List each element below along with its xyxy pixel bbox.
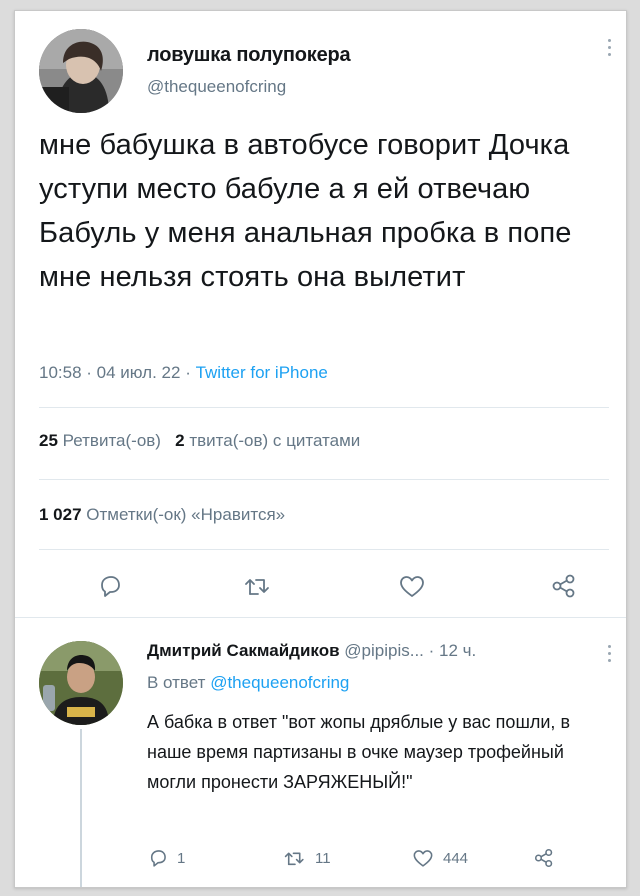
reply-author-handle[interactable]: @pipipis...	[344, 641, 424, 660]
in-reply-to: В ответ @thequeenofcring	[147, 673, 349, 693]
share-icon	[534, 848, 553, 868]
reply-author-avatar[interactable]	[39, 641, 123, 725]
heart-icon	[413, 850, 433, 867]
reply-header: Дмитрий Сакмайдиков @pipipis... · 12 ч.	[147, 641, 476, 661]
meta-separator: ·	[86, 363, 97, 382]
retweets-count[interactable]: 25	[39, 431, 58, 450]
tweet-card: ловушка полупокера @thequeenofcring мне …	[14, 10, 627, 888]
divider	[39, 479, 609, 480]
divider	[39, 407, 609, 408]
more-options-icon[interactable]	[607, 39, 613, 59]
tweet-text: мне бабушка в автобусе говорит Дочка уст…	[39, 129, 572, 293]
share-icon	[552, 574, 575, 598]
retweet-button[interactable]	[241, 569, 275, 603]
tweet-date: 04 июл. 22	[96, 363, 181, 382]
heart-icon	[400, 576, 424, 597]
author-handle[interactable]: @thequeenofcring	[147, 77, 286, 97]
reply-button[interactable]	[93, 569, 127, 603]
more-options-icon[interactable]	[607, 645, 613, 665]
tweet-action-bar	[15, 569, 626, 605]
like-stats: 1 027 Отметки(-ок) «Нравится»	[39, 505, 285, 525]
author-name[interactable]: ловушка полупокера	[147, 44, 351, 67]
meta-separator: ·	[428, 641, 440, 660]
reply-icon	[150, 850, 166, 867]
divider	[39, 549, 609, 550]
quotes-count[interactable]: 2	[175, 431, 184, 450]
retweets-label[interactable]: Ретвита(-ов)	[63, 431, 161, 450]
reply-retweet-button[interactable]: 11	[283, 847, 331, 869]
reply-retweet-count: 11	[315, 849, 331, 867]
reply-reply-count: 1	[177, 849, 186, 867]
reply-tweet[interactable]: Дмитрий Сакмайдиков @pipipis... · 12 ч. …	[15, 617, 626, 887]
like-button[interactable]	[395, 569, 429, 603]
tweet-time: 10:58	[39, 363, 82, 382]
likes-label[interactable]: Отметки(-ок) «Нравится»	[86, 505, 285, 524]
retweet-stats: 25 Ретвита(-ов) 2 твита(-ов) с цитатами	[39, 431, 360, 451]
tweet-meta: 10:58 · 04 июл. 22 · Twitter for iPhone	[39, 363, 328, 383]
retweet-icon	[284, 852, 304, 866]
meta-separator: ·	[185, 363, 196, 382]
quotes-label[interactable]: твита(-ов) с цитатами	[189, 431, 360, 450]
reply-text: А бабка в ответ "вот жопы дряблые у вас …	[147, 712, 570, 792]
likes-count[interactable]: 1 027	[39, 505, 82, 524]
reply-action-bar: 1 11 444	[147, 847, 607, 873]
thread-line	[80, 729, 82, 887]
reply-time[interactable]: 12 ч.	[439, 641, 476, 660]
retweet-icon	[245, 579, 269, 595]
in-reply-mention-link[interactable]: @thequeenofcring	[210, 673, 349, 692]
reply-like-count: 444	[443, 849, 469, 867]
author-avatar[interactable]	[39, 29, 123, 113]
tweet-source-link[interactable]: Twitter for iPhone	[196, 363, 328, 382]
reply-icon	[101, 576, 120, 597]
share-button[interactable]	[547, 569, 581, 603]
reply-author-name[interactable]: Дмитрий Сакмайдиков	[147, 641, 340, 660]
reply-share-button[interactable]	[533, 847, 555, 869]
reply-reply-button[interactable]: 1	[147, 847, 185, 869]
in-reply-prefix: В ответ	[147, 673, 206, 692]
reply-like-button[interactable]: 444	[411, 847, 468, 869]
